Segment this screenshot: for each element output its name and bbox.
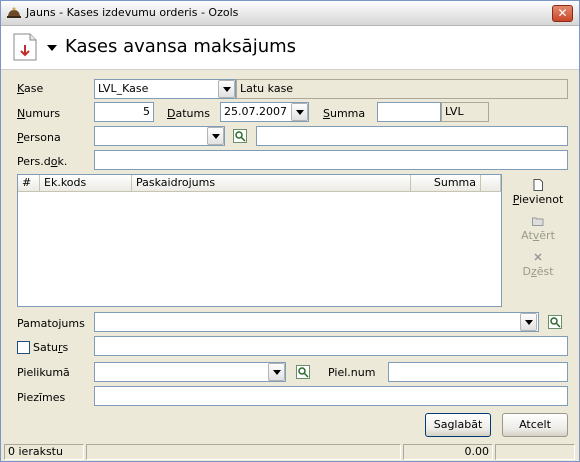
numurs-label-text: umurs — [25, 107, 61, 120]
pielikuma-dropdown-button[interactable] — [268, 363, 285, 381]
persona-lookup-icon[interactable] — [233, 129, 247, 143]
kase-label-text: ase — [24, 82, 44, 95]
app-icon — [7, 7, 21, 18]
new-document-icon — [533, 179, 543, 191]
cancel-button[interactable]: Atcelt — [502, 413, 568, 437]
kase-value: LVL_Kase — [98, 82, 149, 95]
datums-value: 25.07.2007 — [224, 105, 287, 118]
kase-select[interactable]: LVL_Kase — [94, 79, 236, 99]
pielnum-input[interactable] — [388, 362, 568, 382]
close-button[interactable]: ✕ — [552, 5, 573, 22]
document-icon — [13, 33, 37, 61]
persona-select[interactable] — [94, 126, 225, 146]
summa-input[interactable] — [377, 102, 441, 122]
pielikuma-lookup-icon[interactable] — [296, 365, 310, 379]
table-header: # Ek.kods Paskaidrojums Summa — [18, 175, 501, 192]
numurs-input[interactable]: 5 — [94, 102, 154, 122]
column-header-filler — [481, 175, 501, 192]
status-bar: 0 ierakstu 0.00 — [1, 442, 579, 461]
saturs-label-pre: Satu — [33, 341, 59, 354]
persona-label-text: ersona — [23, 131, 61, 144]
delete-label-text: ēst — [536, 265, 554, 278]
pamatojums-lookup-icon[interactable] — [548, 315, 562, 329]
saturs-label-text: s — [62, 341, 69, 354]
kase-label-accel: K — [17, 82, 25, 95]
page-title: Kases avansa maksājums — [65, 36, 297, 57]
open-label-pre: At — [521, 229, 533, 242]
saturs-checkbox[interactable] — [17, 341, 30, 354]
persdok-label-pre: Pers.d — [17, 155, 51, 168]
summa-currency: LVL — [441, 102, 489, 122]
open-folder-icon — [532, 217, 544, 226]
persdok-input[interactable] — [94, 150, 568, 170]
kase-name: Latu kase — [240, 82, 294, 95]
numurs-label: Numurs — [17, 107, 60, 120]
persona-label: Persona — [17, 131, 61, 144]
delete-line-button[interactable]: Dzēst — [508, 251, 568, 278]
record-count: 0 ierakstu — [4, 444, 84, 460]
open-line-button[interactable]: Atvērt — [508, 215, 568, 242]
kase-name-field: Latu kase — [236, 79, 568, 99]
open-label-text: ērt — [539, 229, 555, 242]
persona-dropdown-button[interactable] — [207, 127, 224, 145]
persona-name-field[interactable] — [256, 126, 568, 146]
summa-label: Summa — [323, 107, 365, 120]
column-header-paskaidrojums[interactable]: Paskaidrojums — [132, 175, 411, 192]
summa-label-accel: S — [323, 107, 330, 120]
add-line-button[interactable]: Pievienot — [508, 179, 568, 206]
numurs-label-accel: N — [17, 107, 26, 120]
delete-icon — [534, 253, 542, 261]
status-total: 0.00 — [403, 444, 493, 460]
piezimes-label: Piezīmes — [17, 391, 66, 404]
datums-dropdown-button[interactable] — [291, 103, 308, 121]
column-header-ek-kods[interactable]: Ek.kods — [40, 175, 132, 192]
header-menu-caret[interactable] — [47, 45, 57, 51]
lines-table[interactable]: # Ek.kods Paskaidrojums Summa — [17, 174, 502, 307]
pielikuma-select[interactable] — [94, 362, 286, 382]
pamatojums-label: Pamatojums — [17, 317, 85, 330]
window-title: Jauns - Kases izdevumu orderis - Ozols — [26, 6, 239, 19]
title-bar: Jauns - Kases izdevumu orderis - Ozols ✕ — [1, 1, 579, 26]
pamatojums-select[interactable] — [94, 312, 539, 332]
pielnum-label: Piel.num — [328, 366, 376, 379]
kase-label: Kase — [17, 82, 43, 95]
datums-label-text: atums — [175, 107, 210, 120]
form-header: Kases avansa maksājums — [1, 26, 579, 70]
datums-label: Datums — [167, 107, 210, 120]
saturs-label: Saturs — [33, 341, 68, 354]
dialog-window: Jauns - Kases izdevumu orderis - Ozols ✕… — [0, 0, 580, 462]
add-label-text: ievienot — [519, 193, 564, 206]
column-header-summa[interactable]: Summa — [411, 175, 481, 192]
persdok-label: Pers.dok. — [17, 155, 67, 168]
summa-label-text: umma — [329, 107, 366, 120]
status-panel-empty — [86, 444, 401, 460]
save-button[interactable]: Saglabāt — [425, 413, 491, 437]
status-panel-extra — [495, 444, 575, 460]
kase-dropdown-button[interactable] — [218, 80, 235, 98]
persdok-label-text: k. — [57, 155, 68, 168]
saturs-input[interactable] — [94, 336, 568, 356]
pielikuma-label: Pielikumā — [17, 366, 70, 379]
column-header-number[interactable]: # — [18, 175, 40, 192]
piezimes-input[interactable] — [94, 386, 568, 406]
pamatojums-dropdown-button[interactable] — [520, 313, 537, 331]
delete-label-pre: D — [522, 265, 531, 278]
